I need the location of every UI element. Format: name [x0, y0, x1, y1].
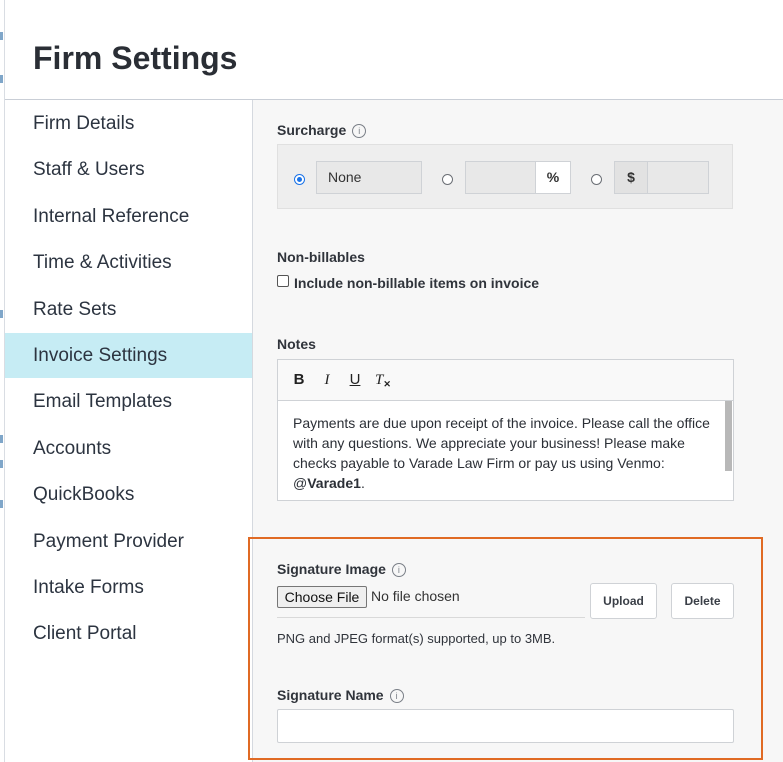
surcharge-none-field: None: [316, 161, 422, 194]
underline-button[interactable]: U: [346, 370, 364, 390]
notes-text-end: .: [360, 475, 365, 491]
edge-mark: [0, 500, 3, 508]
sidebar-item-staff-users[interactable]: Staff & Users: [5, 147, 252, 192]
bold-button[interactable]: B: [290, 370, 308, 390]
page-title: Firm Settings: [33, 40, 238, 76]
sidebar-item-client-portal[interactable]: Client Portal: [5, 611, 252, 656]
surcharge-percent-input[interactable]: [465, 161, 536, 194]
sidebar-item-firm-details[interactable]: Firm Details: [5, 101, 252, 146]
non-billable-checkbox[interactable]: [277, 275, 289, 287]
surcharge-label-text: Surcharge: [277, 122, 347, 138]
sidebar-item-accounts[interactable]: Accounts: [5, 426, 252, 471]
italic-button[interactable]: I: [318, 370, 336, 390]
sidebar-item-email-templates[interactable]: Email Templates: [5, 379, 252, 424]
sidebar-item-time-activities[interactable]: Time & Activities: [5, 240, 252, 285]
notes-label: Notes: [277, 336, 316, 352]
notes-editor: B I U T✕ Payments are due upon receipt o…: [277, 359, 734, 501]
surcharge-dollar-radio[interactable]: [591, 174, 602, 185]
percent-addon: %: [535, 161, 571, 194]
sidebar-item-internal-reference[interactable]: Internal Reference: [5, 194, 252, 239]
notes-bold-text: Varade1: [307, 475, 361, 491]
surcharge-dollar-input[interactable]: [647, 161, 709, 194]
page-header: Firm Settings: [5, 0, 783, 100]
surcharge-label: Surcharge i: [277, 122, 367, 138]
edge-mark: [0, 310, 3, 318]
sidebar-item-invoice-settings[interactable]: Invoice Settings: [5, 333, 252, 378]
highlight-box: [248, 537, 763, 760]
notes-scrollbar[interactable]: [725, 401, 732, 471]
surcharge-options: None % $: [277, 144, 733, 209]
edge-mark: [0, 435, 3, 443]
non-billables-label: Non-billables: [277, 249, 365, 265]
sidebar-item-quickbooks[interactable]: QuickBooks: [5, 472, 252, 517]
sidebar-item-rate-sets[interactable]: Rate Sets: [5, 287, 252, 332]
edge-mark: [0, 75, 3, 83]
surcharge-none-radio[interactable]: [294, 174, 305, 185]
sidebar-item-intake-forms[interactable]: Intake Forms: [5, 565, 252, 610]
info-icon[interactable]: i: [352, 124, 367, 138]
notes-toolbar: B I U T✕: [278, 360, 733, 401]
non-billable-checkbox-label[interactable]: Include non-billable items on invoice: [294, 275, 539, 291]
surcharge-percent-radio[interactable]: [442, 174, 453, 185]
clear-format-icon[interactable]: T✕: [374, 370, 392, 390]
sidebar-item-payment-provider[interactable]: Payment Provider: [5, 519, 252, 564]
settings-sidebar: Firm Details Staff & Users Internal Refe…: [5, 100, 253, 762]
edge-mark: [0, 32, 3, 40]
notes-content[interactable]: Payments are due upon receipt of the inv…: [293, 413, 718, 493]
dollar-addon: $: [614, 161, 648, 194]
edge-mark: [0, 460, 3, 468]
